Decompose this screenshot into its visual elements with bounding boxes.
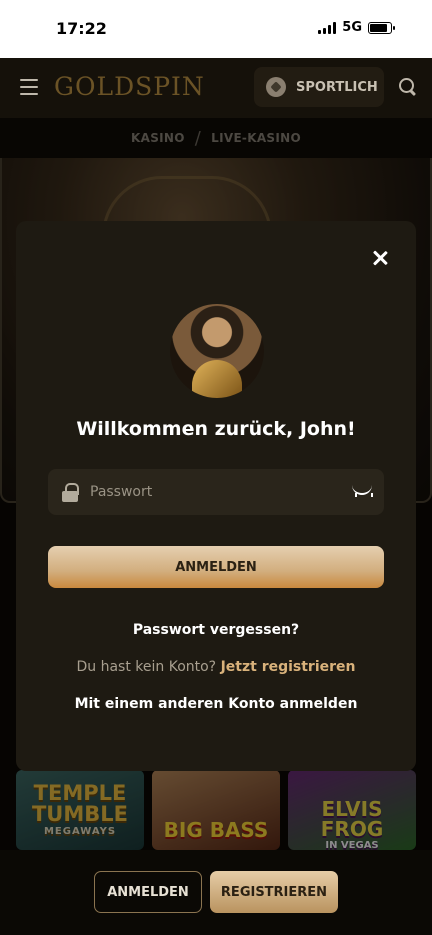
register-link[interactable]: Jetzt registrieren [221,659,356,675]
password-input[interactable] [90,469,340,515]
signal-icon [318,21,337,34]
forgot-password-link[interactable]: Passwort vergessen? [16,622,416,638]
status-bar: 17:22 5G [0,0,432,58]
modal-title: Willkommen zurück, John! [76,418,356,440]
avatar [170,304,264,398]
goldspin-logo[interactable]: GOLDSPIN [54,72,205,101]
other-account-link[interactable]: Mit einem anderen Konto anmelden [16,696,416,712]
search-icon[interactable] [399,78,417,96]
lock-icon [62,483,79,502]
login-modal: Willkommen zurück, John! ANMELDEN Passwo… [16,221,416,771]
status-time: 17:22 [56,19,107,38]
no-account-text: Du hast kein Konto? [76,659,217,675]
status-indicators: 5G [318,20,395,35]
login-button[interactable]: ANMELDEN [48,546,384,588]
eye-closed-icon[interactable] [352,485,373,497]
football-icon [266,77,286,97]
bottom-bar: ANMELDEN REGISTRIEREN [0,850,432,935]
bottom-register-button[interactable]: REGISTRIEREN [210,871,338,913]
close-icon[interactable] [370,248,390,268]
app-header: GOLDSPIN SPORTLICH [0,58,432,118]
register-prompt: Du hast kein Konto? Jetzt registrieren [16,659,416,675]
battery-icon [368,21,395,34]
sport-button[interactable]: SPORTLICH [254,67,384,107]
network-label: 5G [342,20,362,35]
bottom-login-button[interactable]: ANMELDEN [94,871,202,913]
sport-button-label: SPORTLICH [296,79,378,95]
hamburger-menu-icon[interactable] [20,79,38,95]
password-field[interactable] [48,469,384,515]
